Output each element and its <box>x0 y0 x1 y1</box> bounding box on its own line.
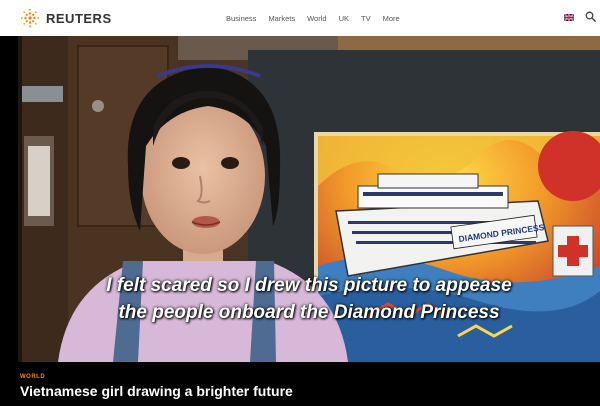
story-footer: WORLD Vietnamese girl drawing a brighter… <box>0 362 600 406</box>
nav-item-tv[interactable]: TV <box>361 14 371 23</box>
nav-item-markets[interactable]: Markets <box>268 14 295 23</box>
main-nav: Business Markets World UK TV More <box>226 0 412 36</box>
section-label[interactable]: WORLD <box>20 374 45 380</box>
nav-item-uk[interactable]: UK <box>339 14 349 23</box>
video-player[interactable]: DIAMOND PRINCESS I felt scared so I drew… <box>18 36 600 362</box>
nav-item-world[interactable]: World <box>307 14 326 23</box>
reuters-logo[interactable]: REUTERS <box>20 8 112 28</box>
nav-item-business[interactable]: Business <box>226 14 256 23</box>
story-title[interactable]: Vietnamese girl drawing a brighter futur… <box>20 383 293 399</box>
site-header: REUTERS Business Markets World UK TV Mor… <box>0 0 600 36</box>
video-subtitle-line-2: the people onboard the Diamond Princess <box>118 302 500 323</box>
painting: DIAMOND PRINCESS <box>314 131 600 362</box>
search-icon[interactable] <box>585 11 596 22</box>
video-subtitle-line-1: I felt scared so I drew this picture to … <box>106 275 512 296</box>
nav-item-more[interactable]: More <box>383 14 400 23</box>
logo-wordmark: REUTERS <box>46 10 112 26</box>
uk-flag-icon[interactable] <box>564 14 574 21</box>
reuters-logo-icon <box>20 8 40 28</box>
